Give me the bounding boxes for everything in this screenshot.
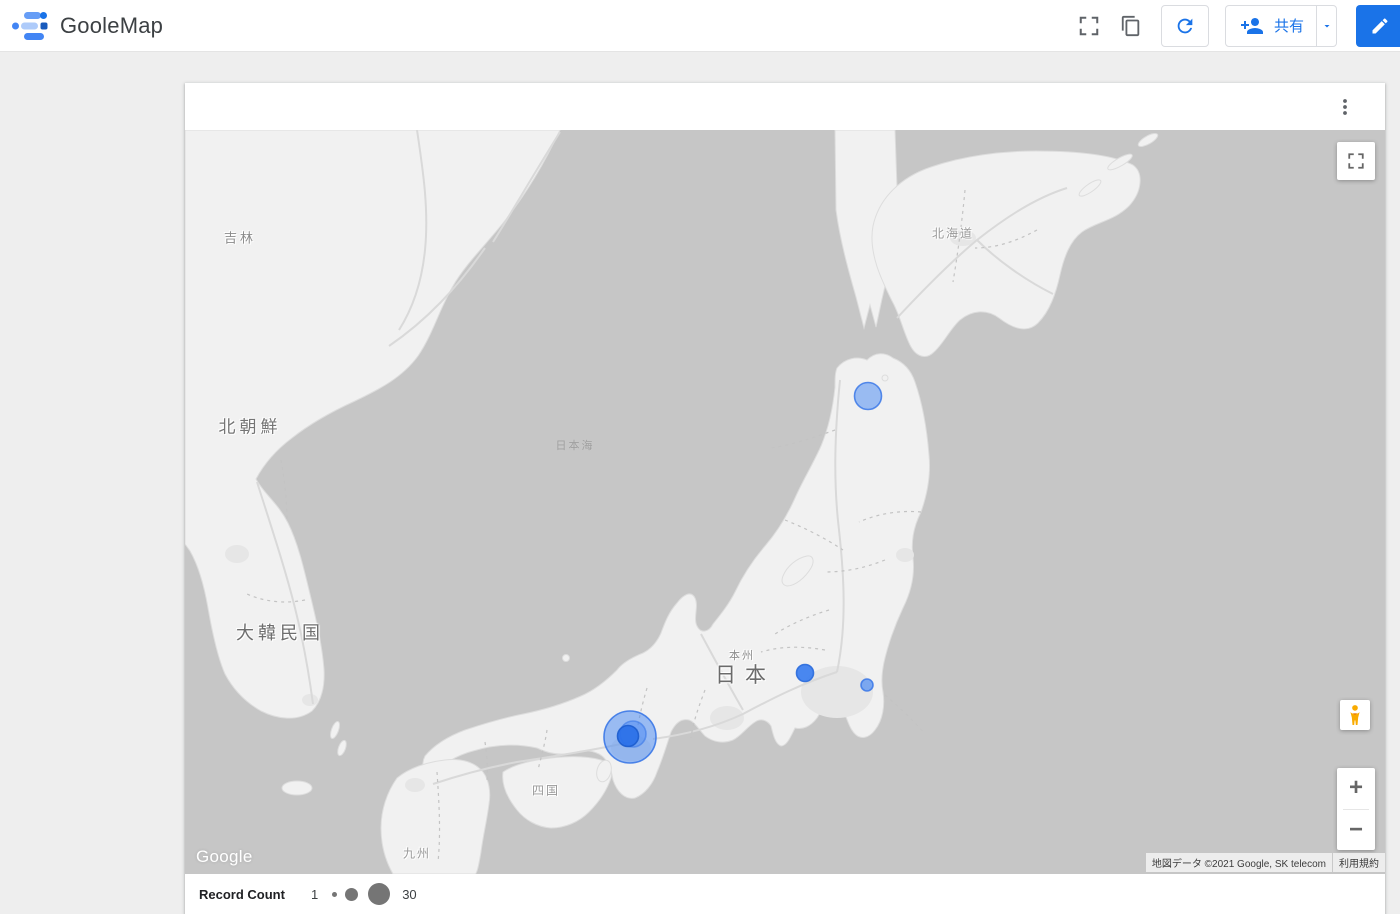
street-view-pegman[interactable] <box>1340 700 1370 730</box>
map-fullscreen-button[interactable] <box>1337 142 1375 180</box>
google-map[interactable]: 吉林 北朝鮮 大韓民国 日本海 北海道 本州 日本 四国 九州 + − Goog… <box>185 130 1385 874</box>
looker-studio-logo-icon <box>12 11 48 40</box>
legend-max-value: 30 <box>402 886 417 902</box>
pencil-icon <box>1372 17 1388 33</box>
map-label-sea-of-japan: 日本海 <box>555 440 595 452</box>
map-chart-card: 吉林 北朝鮮 大韓民国 日本海 北海道 本州 日本 四国 九州 + − Goog… <box>185 83 1385 914</box>
map-label-shikoku: 四国 <box>531 783 561 798</box>
map-label-japan: 日本 <box>715 664 775 687</box>
legend-dot-large <box>368 883 391 905</box>
report-title: GooleMap <box>60 12 164 38</box>
legend-title: Record Count <box>199 886 285 902</box>
island-iki <box>337 739 347 757</box>
attribution-text: 地図データ ©2021 Google, SK telecom <box>1145 853 1332 872</box>
share-dropdown-button[interactable] <box>1316 5 1336 46</box>
chart-menu-kebab-icon[interactable] <box>1333 95 1357 119</box>
app-header: GooleMap 共有 <box>0 0 1400 52</box>
landmass-honshu <box>422 353 930 799</box>
copy-report-button[interactable] <box>1119 14 1143 38</box>
map-label-north-korea: 北朝鮮 <box>218 417 282 437</box>
legend-min-value: 1 <box>310 886 319 902</box>
presentation-fullscreen-button[interactable] <box>1077 14 1101 38</box>
map-bubble-chiba[interactable] <box>860 678 874 692</box>
google-logo[interactable]: Google <box>196 847 253 867</box>
legend-dot-small <box>332 891 338 897</box>
fullscreen-icon <box>1079 16 1099 35</box>
map-graphic <box>185 130 1159 874</box>
map-attribution: 地図データ ©2021 Google, SK telecom 利用規約 <box>1145 853 1385 872</box>
share-button[interactable]: 共有 <box>1226 6 1316 46</box>
person-add-icon <box>1240 17 1263 34</box>
island-oki <box>562 654 570 662</box>
map-bubble-tokyo[interactable] <box>795 663 815 683</box>
share-button-label: 共有 <box>1273 18 1304 35</box>
zoom-in-button[interactable]: + <box>1337 768 1375 809</box>
report-canvas: 吉林 北朝鮮 大韓民国 日本海 北海道 本州 日本 四国 九州 + − Goog… <box>0 52 1400 914</box>
refresh-icon <box>1177 18 1193 33</box>
terms-link[interactable]: 利用規約 <box>1332 853 1385 872</box>
map-label-jilin: 吉林 <box>223 230 257 246</box>
refresh-data-button[interactable] <box>1160 4 1209 47</box>
legend-dot-medium <box>345 887 359 901</box>
share-button-group: 共有 <box>1224 4 1337 47</box>
landmass-kyushu <box>380 759 491 874</box>
island-kuril-3 <box>1137 133 1159 147</box>
edit-button[interactable]: 編集 <box>1356 4 1400 47</box>
fullscreen-icon <box>1348 153 1364 169</box>
chevron-down-icon <box>1324 24 1329 27</box>
island-jeju <box>281 780 313 796</box>
map-label-hokkaido: 北海道 <box>931 226 975 241</box>
bubble-size-legend: Record Count 1 30 <box>185 874 1385 914</box>
map-label-south-korea: 大韓民国 <box>236 623 324 643</box>
island-tsushima <box>329 720 341 740</box>
pegman-icon <box>1350 705 1360 725</box>
map-bubble-aomori[interactable] <box>853 381 883 411</box>
island-okushiri <box>881 374 889 382</box>
map-label-kyushu: 九州 <box>402 846 432 861</box>
zoom-out-button[interactable]: − <box>1337 810 1375 851</box>
map-bubble-osaka-inner[interactable] <box>616 724 640 748</box>
zoom-control: + − <box>1337 768 1375 850</box>
chart-toolbar <box>185 83 1385 130</box>
copy-icon <box>1121 15 1140 36</box>
